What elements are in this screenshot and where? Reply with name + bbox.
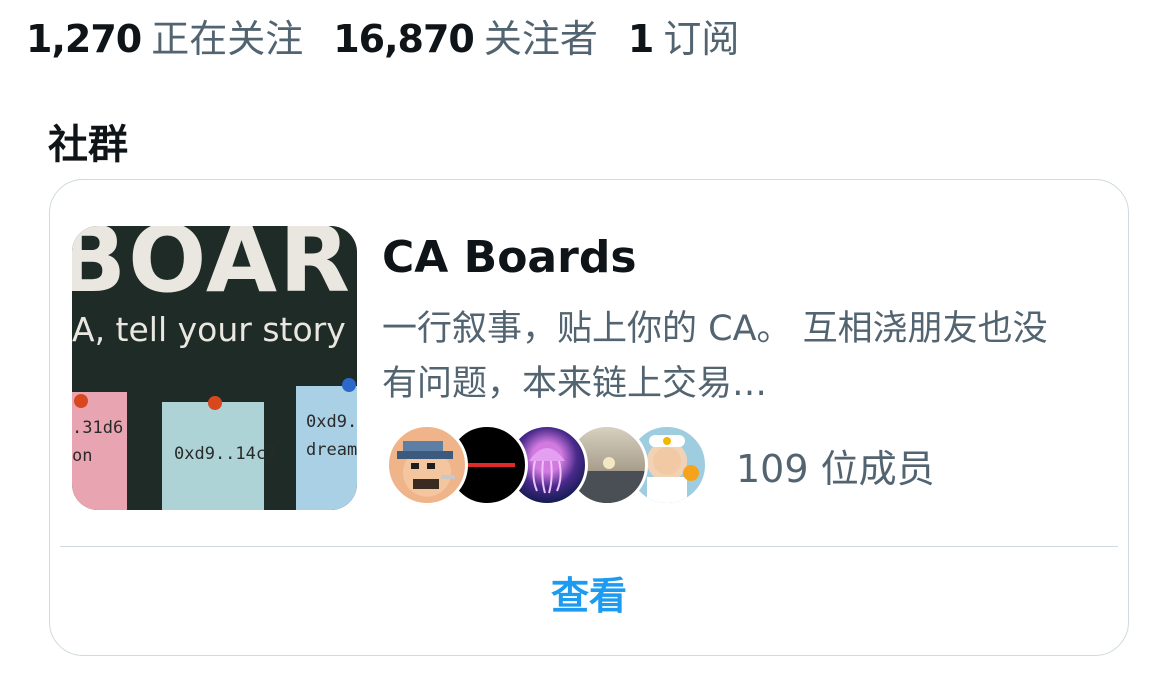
cover-note: 0xd9.. dream bbox=[296, 386, 357, 510]
profile-stats: 1,270 正在关注 16,870 关注者 1 订阅 bbox=[26, 8, 769, 63]
following-count: 1,270 bbox=[26, 16, 142, 61]
pin-icon bbox=[342, 378, 356, 392]
cover-note: .31d6 on bbox=[72, 392, 127, 510]
cover-note: 0xd9..14c7 bbox=[162, 402, 276, 510]
community-cover-image: BOARD A, tell your story .31d6 on 0xd9..… bbox=[72, 226, 357, 510]
card-divider bbox=[60, 546, 1118, 547]
community-card[interactable]: BOARD A, tell your story .31d6 on 0xd9..… bbox=[49, 179, 1129, 656]
member-avatar bbox=[386, 424, 468, 506]
followers-label: 关注者 bbox=[483, 16, 598, 61]
member-count: 109 位成员 bbox=[736, 446, 935, 491]
followers-stat[interactable]: 16,870 关注者 bbox=[333, 8, 598, 63]
cover-tagline: A, tell your story bbox=[72, 310, 346, 349]
subscriptions-stat[interactable]: 1 订阅 bbox=[628, 8, 739, 63]
pin-icon bbox=[74, 394, 88, 408]
following-stat[interactable]: 1,270 正在关注 bbox=[26, 8, 303, 63]
pixel-avatar-icon bbox=[397, 441, 455, 489]
subscriptions-label: 订阅 bbox=[663, 16, 740, 61]
community-description: 一行叙事，贴上你的 CA。 互相浇朋友也没有问题，本来链上交易… bbox=[382, 309, 1048, 404]
pin-icon bbox=[208, 396, 222, 410]
following-label: 正在关注 bbox=[151, 16, 304, 61]
subscriptions-count: 1 bbox=[627, 16, 654, 61]
followers-count: 16,870 bbox=[333, 16, 475, 61]
communities-section-title: 社群 bbox=[48, 122, 128, 168]
cover-headline: BOARD bbox=[72, 226, 357, 313]
community-name[interactable]: CA Boards bbox=[382, 232, 637, 283]
community-members[interactable]: 109 位成员 bbox=[386, 424, 935, 506]
view-community-button[interactable]: 查看 bbox=[50, 566, 1128, 626]
